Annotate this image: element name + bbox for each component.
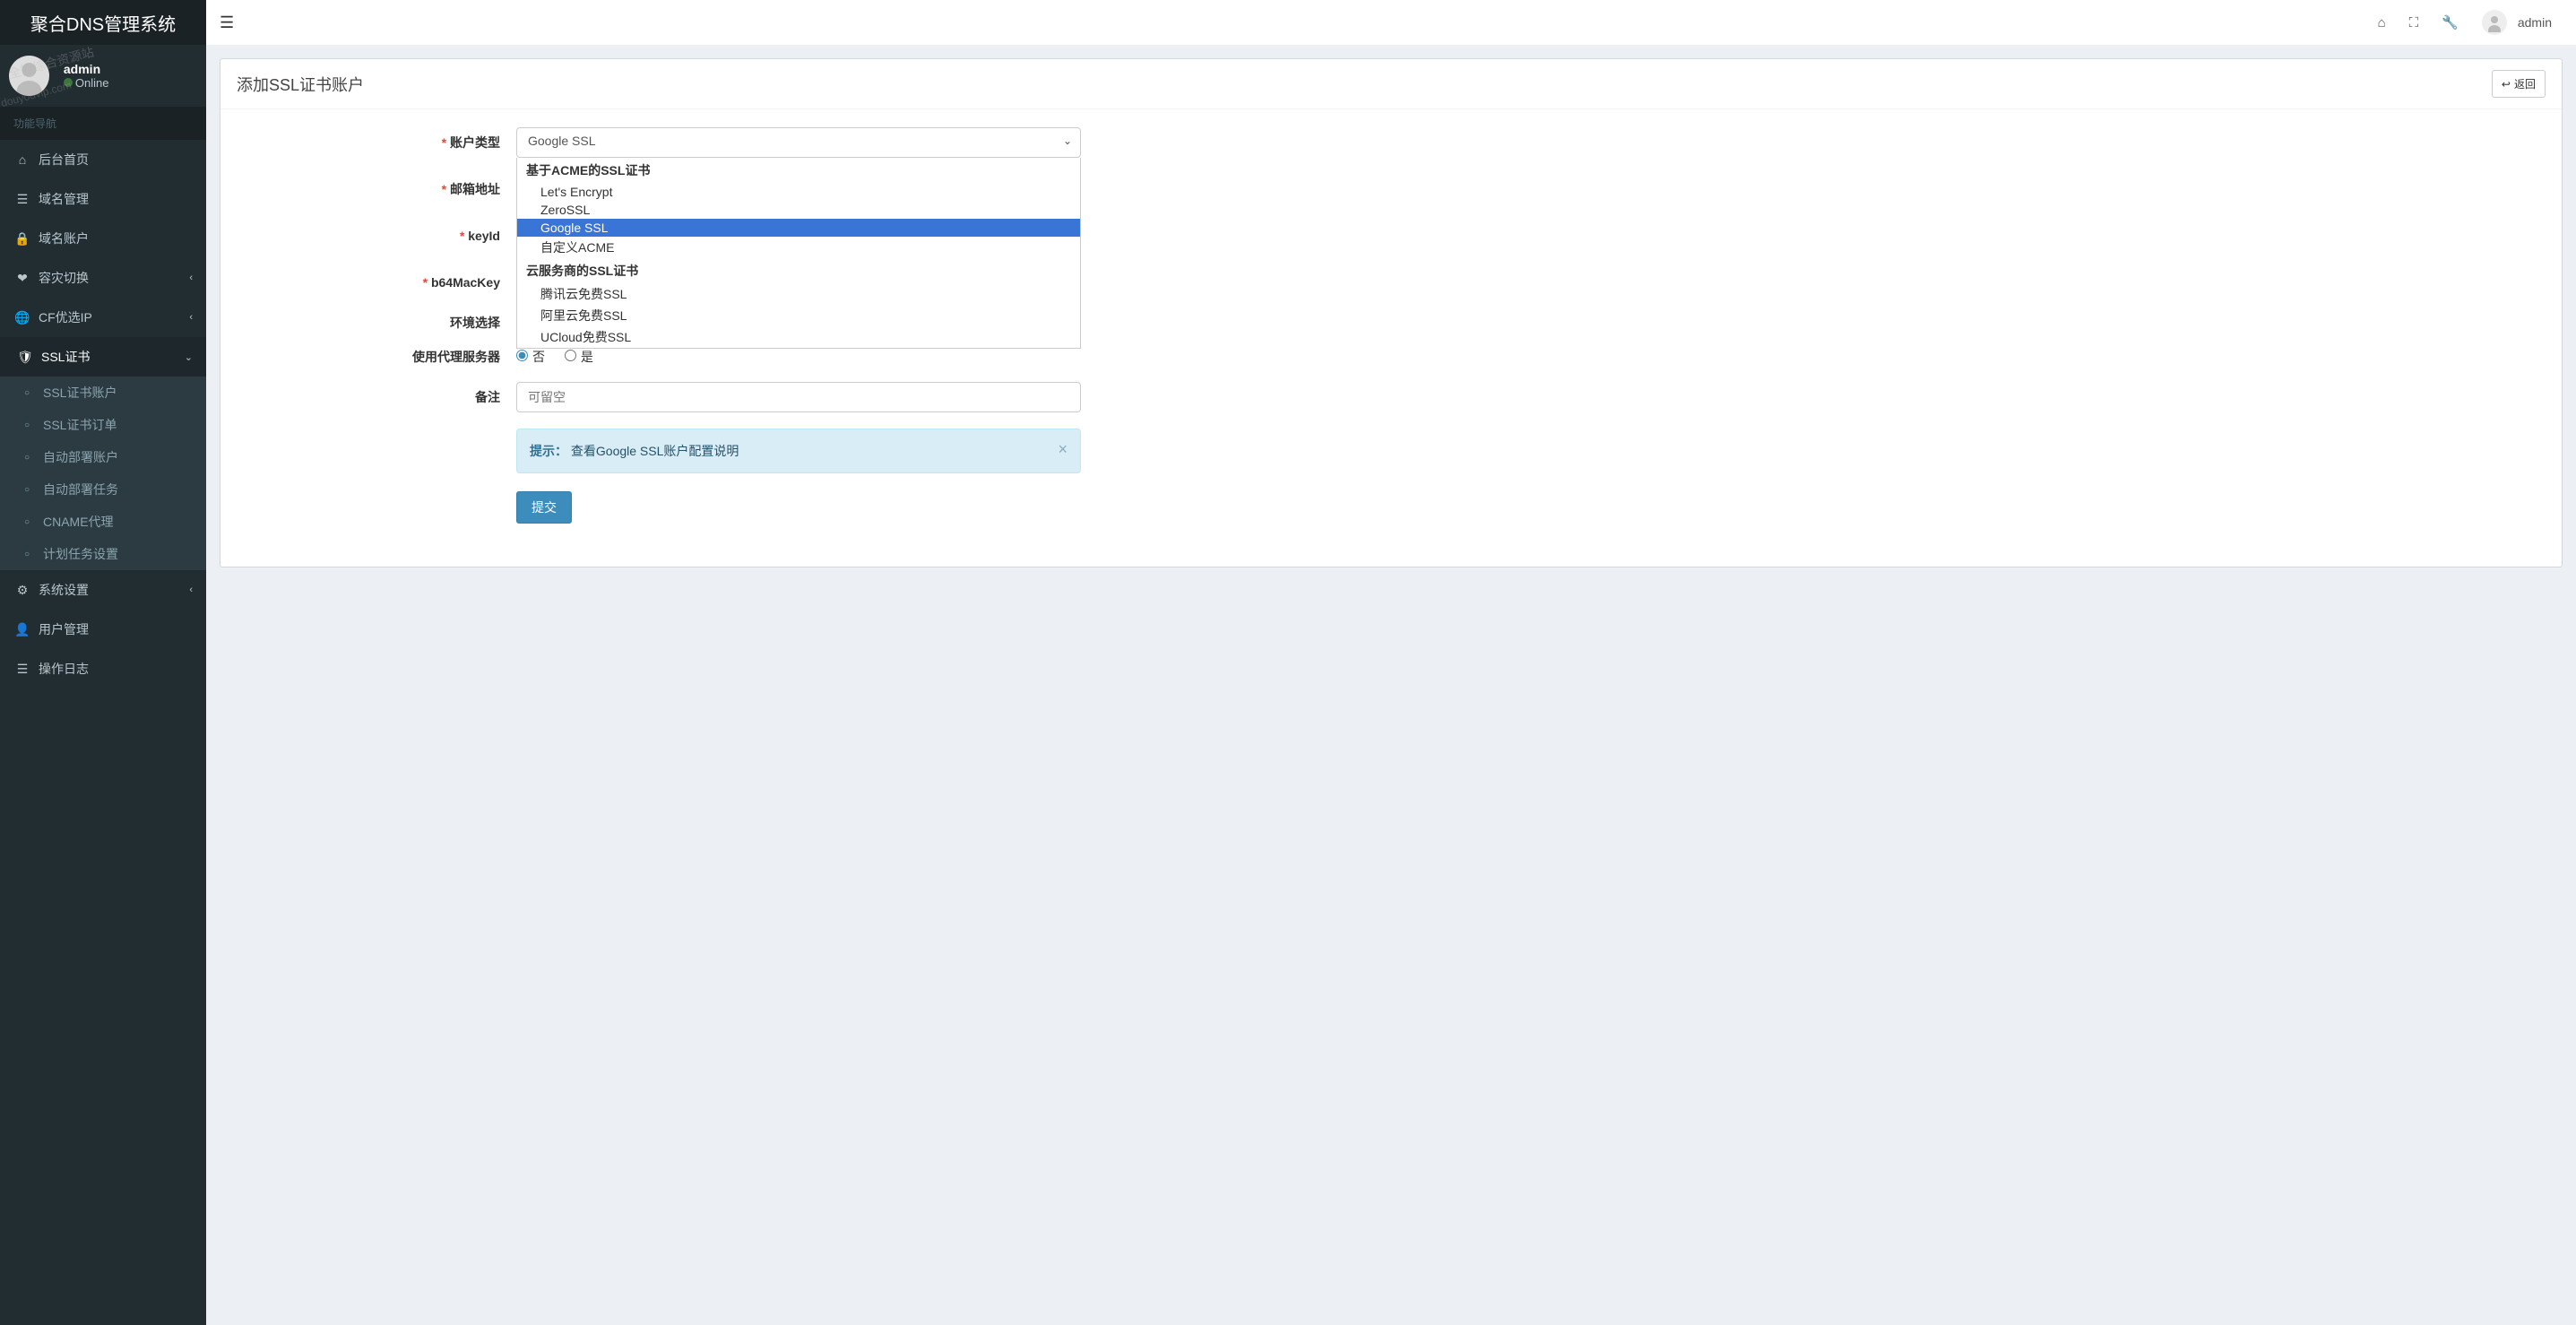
circle-icon: ○	[18, 485, 36, 495]
option-ucloud-ssl[interactable]: UCloud免费SSL	[517, 326, 1080, 348]
env-label: 环境选择	[238, 314, 516, 332]
user-avatar[interactable]	[9, 56, 49, 96]
reply-icon: ↩	[2502, 78, 2511, 91]
submit-button[interactable]: 提交	[516, 491, 572, 524]
chevron-down-icon: ⌄	[185, 351, 193, 363]
optgroup-acme: 基于ACME的SSL证书	[517, 158, 1080, 183]
topbar-avatar	[2482, 10, 2507, 35]
user-panel: 全能综合资源站 douyouvip.com admin Online	[0, 45, 206, 107]
email-label: 邮箱地址	[238, 180, 516, 198]
circle-icon: ○	[18, 517, 36, 527]
keyid-label: keyId	[238, 229, 516, 243]
circle-icon: ○	[18, 420, 36, 430]
tip-prefix: 提示：	[530, 444, 567, 458]
option-tencent-ssl[interactable]: 腾讯云免费SSL	[517, 283, 1080, 305]
sidebar-item-cname-proxy[interactable]: ○CNAME代理	[0, 506, 206, 538]
sidebar-item-ssl-cert[interactable]: 🛡SSL证书⌄	[0, 337, 206, 377]
alert-close-button[interactable]: ×	[1058, 440, 1068, 459]
user-name: admin	[64, 62, 109, 76]
option-google-ssl[interactable]: Google SSL	[517, 219, 1080, 237]
sidebar-item-cron[interactable]: ○计划任务设置	[0, 538, 206, 570]
sidebar-item-domain-mgmt[interactable]: ☰域名管理	[0, 179, 206, 219]
user-status: Online	[64, 76, 109, 90]
proxy-label: 使用代理服务器	[238, 348, 516, 366]
circle-icon: ○	[18, 388, 36, 398]
topbar-username: admin	[2518, 15, 2552, 30]
home-icon: ⌂	[13, 152, 31, 167]
sidebar-item-ssl-account[interactable]: ○SSL证书账户	[0, 377, 206, 409]
sidebar-item-disaster[interactable]: ❤容灾切换‹	[0, 258, 206, 298]
heart-icon: ❤	[13, 271, 31, 286]
option-custom-acme[interactable]: 自定义ACME	[517, 237, 1080, 258]
list-icon: ☰	[13, 192, 31, 207]
sidebar: 聚合DNS管理系统 全能综合资源站 douyouvip.com admin On…	[0, 0, 206, 1325]
status-dot-icon	[64, 78, 73, 87]
sidebar-item-dashboard[interactable]: ⌂后台首页	[0, 140, 206, 179]
main-content: ☰ ⌂ ⛶ 🔧 admin 添加SSL证书账户 ↩ 返回	[206, 0, 2576, 1325]
account-type-label: 账户类型	[238, 134, 516, 152]
panel-title: 添加SSL证书账户	[237, 73, 364, 96]
chevron-left-icon: ‹	[189, 273, 193, 283]
sidebar-toggle-button[interactable]: ☰	[220, 13, 234, 32]
option-letsencrypt[interactable]: Let's Encrypt	[517, 183, 1080, 201]
topbar-user-menu[interactable]: admin	[2482, 10, 2552, 35]
ssl-submenu: ○SSL证书账户 ○SSL证书订单 ○自动部署账户 ○自动部署任务 ○CNAME…	[0, 377, 206, 570]
chevron-left-icon: ‹	[189, 312, 193, 323]
sidebar-item-domain-account[interactable]: 🔒域名账户	[0, 219, 206, 258]
nav-header: 功能导航	[0, 107, 206, 140]
form-panel: 添加SSL证书账户 ↩ 返回 账户类型 Google SSL ⌄ 基于ACME的…	[220, 58, 2563, 567]
fullscreen-icon[interactable]: ⛶	[2409, 15, 2419, 30]
sidebar-item-sys-settings[interactable]: ⚙系统设置‹	[0, 570, 206, 610]
wrench-icon[interactable]: 🔧	[2442, 14, 2459, 30]
account-type-dropdown: 基于ACME的SSL证书 Let's Encrypt ZeroSSL Googl…	[516, 158, 1081, 349]
circle-icon: ○	[18, 453, 36, 463]
sidebar-item-cf-ip[interactable]: 🌐CF优选IP‹	[0, 298, 206, 337]
option-zerossl[interactable]: ZeroSSL	[517, 201, 1080, 219]
home-icon[interactable]: ⌂	[2378, 15, 2386, 30]
nav-menu: ⌂后台首页 ☰域名管理 🔒域名账户 ❤容灾切换‹ 🌐CF优选IP‹ 🛡SSL证书…	[0, 140, 206, 688]
sidebar-item-deploy-account[interactable]: ○自动部署账户	[0, 441, 206, 473]
tip-link[interactable]: 查看Google SSL账户配置说明	[571, 444, 739, 458]
proxy-radio-no[interactable]: 否	[516, 350, 545, 364]
sidebar-item-user-mgmt[interactable]: 👤用户管理	[0, 610, 206, 649]
remark-label: 备注	[238, 388, 516, 406]
brand-logo[interactable]: 聚合DNS管理系统	[0, 0, 206, 45]
sidebar-item-ssl-order[interactable]: ○SSL证书订单	[0, 409, 206, 441]
circle-icon: ○	[18, 550, 36, 559]
user-icon: 👤	[13, 622, 31, 637]
account-type-select[interactable]: Google SSL	[516, 127, 1081, 158]
optgroup-cloud: 云服务商的SSL证书	[517, 258, 1080, 283]
sidebar-item-op-log[interactable]: ☰操作日志	[0, 649, 206, 688]
sidebar-item-deploy-task[interactable]: ○自动部署任务	[0, 473, 206, 506]
chevron-left-icon: ‹	[189, 585, 193, 595]
proxy-radio-yes[interactable]: 是	[565, 350, 593, 364]
globe-icon: 🌐	[13, 310, 31, 325]
remark-input[interactable]	[516, 382, 1081, 412]
lock-icon: 🔒	[13, 231, 31, 247]
list-icon: ☰	[13, 662, 31, 677]
mackey-label: b64MacKey	[238, 275, 516, 290]
cogs-icon: ⚙	[13, 583, 31, 598]
shield-icon: 🛡	[16, 350, 34, 365]
topbar: ☰ ⌂ ⛶ 🔧 admin	[206, 0, 2576, 45]
tip-alert: 提示： 查看Google SSL账户配置说明 ×	[516, 429, 1081, 473]
back-button[interactable]: ↩ 返回	[2492, 70, 2546, 98]
option-aliyun-ssl[interactable]: 阿里云免费SSL	[517, 305, 1080, 326]
